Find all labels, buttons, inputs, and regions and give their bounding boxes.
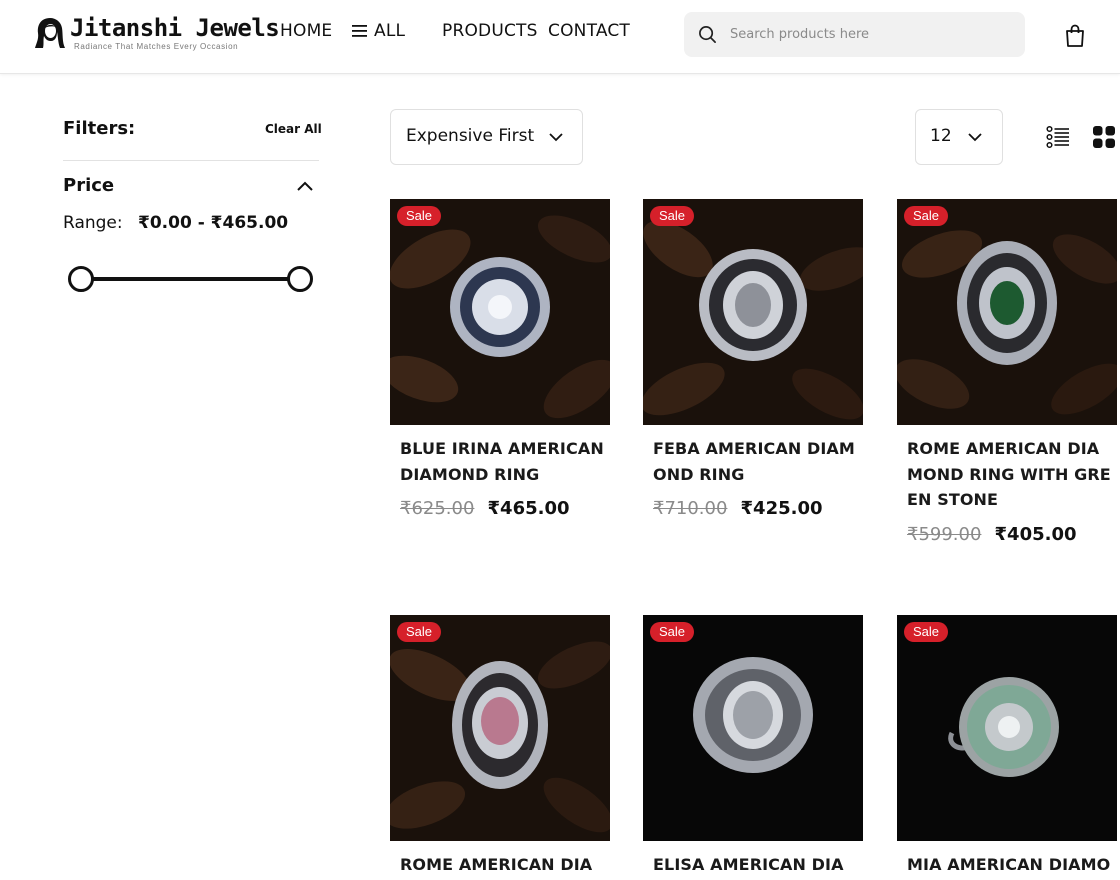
product-card[interactable]: Sale ELISA AMERICAN DIAMO xyxy=(643,615,863,880)
price-range-label: Range: xyxy=(63,213,123,233)
original-price: ₹625.00 xyxy=(400,498,475,519)
product-image[interactable]: Sale xyxy=(897,615,1117,841)
slider-track[interactable] xyxy=(80,277,302,281)
product-image[interactable]: Sale xyxy=(643,199,863,425)
product-prices: ₹710.00 ₹425.00 xyxy=(653,498,823,519)
per-page-selected-value: 12 xyxy=(930,126,952,146)
clear-all-button[interactable]: Clear All xyxy=(265,122,322,136)
sale-badge: Sale xyxy=(650,206,695,226)
original-price: ₹599.00 xyxy=(907,524,982,545)
sale-badge: Sale xyxy=(904,622,949,642)
product-image[interactable]: Sale xyxy=(643,615,863,841)
product-name[interactable]: ROME AMERICAN DIAMOND RING WITH GREEN ST… xyxy=(907,436,1111,513)
product-image[interactable]: Sale xyxy=(897,199,1117,425)
chevron-up-icon[interactable] xyxy=(296,180,314,192)
shopping-bag-icon[interactable] xyxy=(1064,24,1086,48)
site-header: Jitanshi Jewels Radiance That Matches Ev… xyxy=(0,0,1120,74)
list-view-icon[interactable] xyxy=(1046,125,1070,149)
slider-min-handle[interactable] xyxy=(68,266,94,292)
brand-tagline: Radiance That Matches Every Occasion xyxy=(74,42,239,51)
grid-view-icon[interactable] xyxy=(1093,126,1115,148)
search-input[interactable] xyxy=(730,12,1015,57)
filters-divider xyxy=(63,160,319,161)
sort-dropdown[interactable]: Expensive First xyxy=(390,109,583,165)
sort-selected-value: Expensive First xyxy=(406,126,535,146)
sale-badge: Sale xyxy=(904,206,949,226)
nav-home-link[interactable]: HOME xyxy=(280,21,332,41)
brand-logo[interactable]: Jitanshi Jewels Radiance That Matches Ev… xyxy=(34,14,280,54)
product-card[interactable]: Sale BLUE IRINA AMERICAN DIAMOND RING ₹6… xyxy=(390,199,610,559)
product-card[interactable]: Sale ROME AMERICAN DIAMOND RING WITH GRE… xyxy=(897,199,1117,559)
sale-price: ₹405.00 xyxy=(994,524,1077,545)
product-name[interactable]: ROME AMERICAN DIAM xyxy=(400,852,604,880)
nav-contact-link[interactable]: CONTACT xyxy=(548,21,630,41)
product-card[interactable]: Sale FEBA AMERICAN DIAMOND RING ₹710.00 … xyxy=(643,199,863,559)
sale-badge: Sale xyxy=(397,206,442,226)
sale-badge: Sale xyxy=(397,622,442,642)
chevron-down-icon xyxy=(968,133,982,142)
product-image[interactable]: Sale xyxy=(390,199,610,425)
woman-silhouette-icon xyxy=(35,18,65,48)
filters-heading: Filters: xyxy=(63,118,136,139)
price-range-slider[interactable] xyxy=(68,266,314,294)
product-name[interactable]: ELISA AMERICAN DIAMO xyxy=(653,852,857,880)
brand-name: Jitanshi Jewels xyxy=(70,14,280,42)
per-page-dropdown[interactable]: 12 xyxy=(915,109,1003,165)
search-icon[interactable] xyxy=(698,25,717,44)
nav-all-menu[interactable]: ALL xyxy=(352,21,405,41)
sale-price: ₹465.00 xyxy=(487,498,570,519)
sale-price: ₹425.00 xyxy=(740,498,823,519)
product-name[interactable]: MIA AMERICAN DIAMON xyxy=(907,852,1111,880)
price-range-value: ₹0.00 - ₹465.00 xyxy=(138,213,289,233)
product-prices: ₹625.00 ₹465.00 xyxy=(400,498,570,519)
product-card[interactable]: Sale MIA AMERICAN DIAMON xyxy=(897,615,1117,880)
sale-badge: Sale xyxy=(650,622,695,642)
search-bar xyxy=(684,12,1025,57)
product-card[interactable]: Sale ROME AMERICAN DIAM xyxy=(390,615,610,880)
nav-products-link[interactable]: PRODUCTS xyxy=(442,21,538,41)
product-name[interactable]: BLUE IRINA AMERICAN DIAMOND RING xyxy=(400,436,604,487)
chevron-down-icon xyxy=(549,133,563,142)
product-image[interactable]: Sale xyxy=(390,615,610,841)
price-filter-heading[interactable]: Price xyxy=(63,175,114,196)
product-name[interactable]: FEBA AMERICAN DIAMOND RING xyxy=(653,436,857,487)
original-price: ₹710.00 xyxy=(653,498,728,519)
nav-all-label: ALL xyxy=(374,21,406,41)
hamburger-menu-icon xyxy=(352,25,367,37)
slider-max-handle[interactable] xyxy=(287,266,313,292)
product-prices: ₹599.00 ₹405.00 xyxy=(907,524,1077,545)
